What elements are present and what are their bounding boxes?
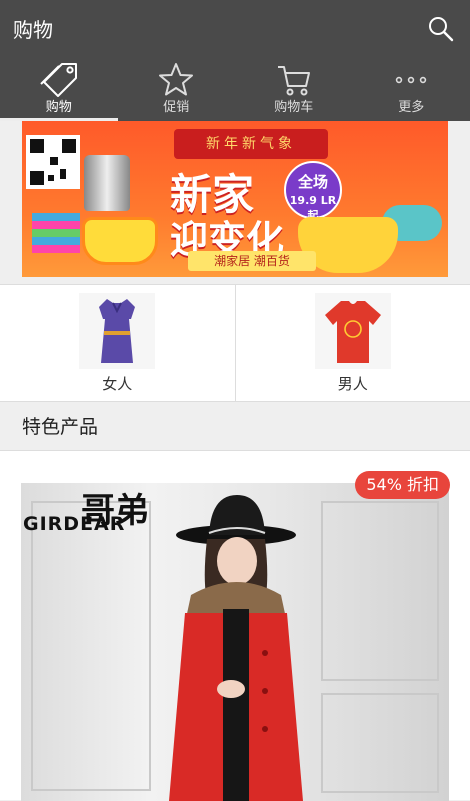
wall-panel (321, 501, 439, 681)
tab-label: 更多 (353, 96, 470, 115)
category-women[interactable]: 女人 (0, 285, 236, 401)
category-men[interactable]: 男人 (236, 285, 470, 401)
tab-label: 购物 (0, 96, 118, 115)
product-photo[interactable]: 哥弟 GIRDEAR (21, 483, 449, 801)
promo-banner[interactable]: 新年新气象 新家 迎变化 全场 19.9 LR起 潮家居 潮百货 (22, 121, 448, 277)
tab-label: 促销 (118, 96, 236, 115)
banner-towels-image (32, 213, 80, 253)
app-title: 购物 (13, 14, 53, 43)
banner-price-badge: 全场 19.9 LR起 (284, 161, 342, 219)
category-label: 女人 (0, 373, 235, 394)
brand-name: GIRDEAR (23, 513, 125, 535)
title-bar: 购物 (0, 0, 470, 58)
featured-section-title: 特色产品 (22, 412, 98, 439)
tab-bar: 购物 促销 购物车 更多 (0, 58, 470, 121)
banner-pot-image (82, 217, 158, 265)
star-icon (156, 60, 196, 100)
tab-cart[interactable]: 购物车 (235, 58, 353, 121)
qr-code-image (26, 135, 80, 189)
banner-top-text: 新年新气象 (174, 129, 328, 159)
tshirt-image (315, 293, 391, 369)
tag-icon (38, 60, 80, 100)
featured-product-card[interactable]: 54% 折扣 哥弟 GIRDEAR (0, 450, 470, 800)
discount-badge: 54% 折扣 (355, 471, 450, 499)
tab-label: 购物车 (235, 96, 353, 115)
category-grid: 女人 男人 (0, 284, 470, 402)
badge-line-1: 全场 (286, 171, 340, 192)
search-icon (426, 14, 456, 44)
tab-promotions[interactable]: 促销 (118, 58, 236, 121)
category-label: 男人 (236, 373, 470, 394)
wall-panel (31, 501, 151, 791)
tab-more[interactable]: 更多 (353, 58, 470, 121)
model-in-red-coat-image (161, 483, 311, 801)
dress-image (79, 293, 155, 369)
search-button[interactable] (426, 14, 456, 44)
app-bar: 购物 购物 促销 (0, 0, 470, 121)
wall-panel (321, 693, 439, 793)
more-dots-icon (391, 60, 431, 100)
tab-shopping[interactable]: 购物 (0, 58, 118, 121)
banner-trash-bin-image (84, 155, 130, 211)
banner-strip-text: 潮家居 潮百货 (188, 251, 316, 271)
cart-icon (274, 60, 314, 100)
